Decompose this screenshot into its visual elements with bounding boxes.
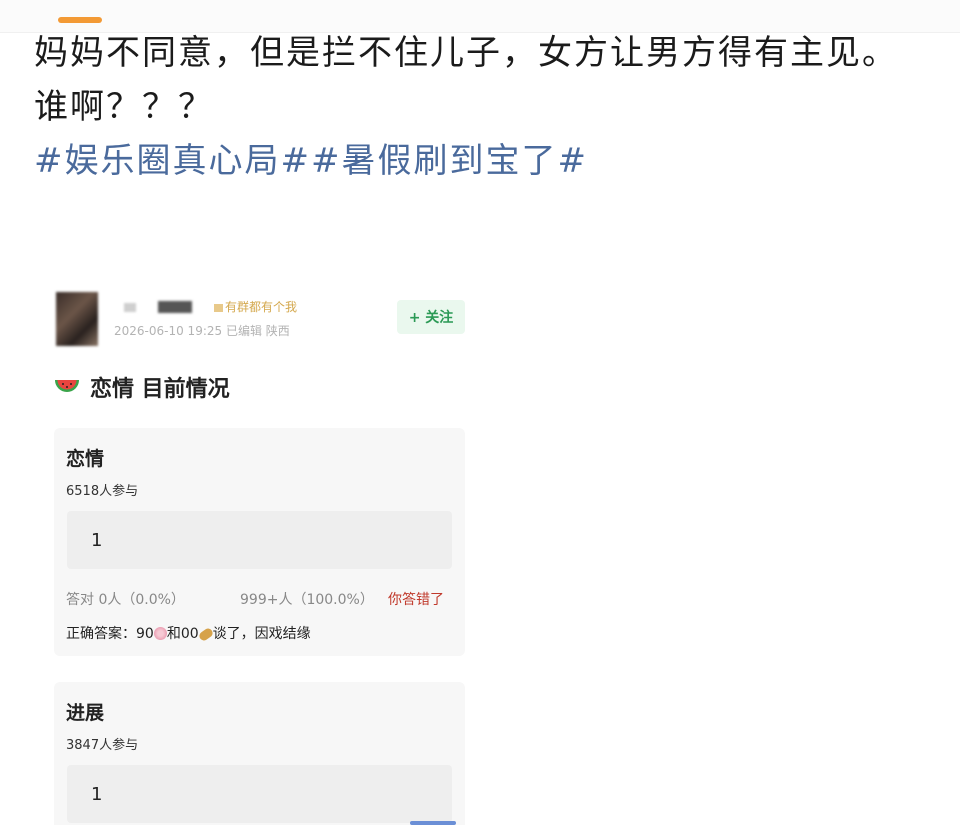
card-title: 恋情: [66, 448, 105, 470]
post-line-2: 谁啊？？？: [34, 87, 214, 127]
username-blurred: [158, 301, 192, 313]
avatar[interactable]: [56, 292, 98, 346]
correct-answer-suffix: 谈了，因戏结缘: [212, 626, 311, 642]
card-title: 进展: [66, 702, 105, 724]
quiz-card: 恋情 6518人参与 1 答对 0人（0.0%） 999+人（100.0%） 你…: [54, 428, 465, 656]
stats-wrong-label: 你答错了: [388, 592, 444, 608]
post-body: 妈妈不同意，但是拦不住儿子，女方让男方得有主见。 谁啊？？？ #娱乐圈真心局##…: [34, 26, 914, 188]
post-meta: 2026-06-10 19:25 已编辑 陕西: [114, 324, 290, 338]
answer-stats: 答对 0人（0.0%） 999+人（100.0%） 你答错了: [66, 589, 456, 608]
answer-option[interactable]: 1: [67, 765, 452, 823]
watermelon-icon: [55, 380, 79, 392]
scroll-indicator: [410, 821, 456, 825]
answer-option[interactable]: 1: [67, 511, 452, 569]
post-hashtags[interactable]: #娱乐圈真心局##暑假刷到宝了#: [34, 134, 914, 188]
badge-label: 有群都有个我: [225, 300, 298, 314]
quiz-card: 进展 3847人参与 1: [54, 682, 465, 825]
flower-icon: [153, 627, 167, 640]
section-title-label: 恋情 目前情况: [90, 377, 230, 402]
follow-button[interactable]: + 关注: [397, 300, 465, 334]
active-tab-indicator: [58, 17, 102, 23]
participants-count: 3847人参与: [66, 738, 139, 753]
user-badge: 有群都有个我: [214, 298, 297, 315]
stats-option-count: 999+人（100.0%）: [240, 592, 374, 608]
post-line-1: 妈妈不同意，但是拦不住儿子，女方让男方得有主见。: [34, 33, 898, 73]
correct-answer: 正确答案：90 和00 谈了，因戏结缘: [66, 623, 311, 643]
peanut-icon: [197, 626, 214, 643]
badge-icon: [214, 303, 223, 312]
section-title: 恋情 目前情况: [54, 371, 230, 403]
correct-answer-prefix: 正确答案：90: [66, 626, 154, 642]
username-blurred: [124, 303, 136, 312]
stats-correct: 答对 0人（0.0%）: [66, 592, 185, 608]
correct-answer-mid: 和00: [166, 626, 199, 642]
participants-count: 6518人参与: [66, 484, 139, 499]
